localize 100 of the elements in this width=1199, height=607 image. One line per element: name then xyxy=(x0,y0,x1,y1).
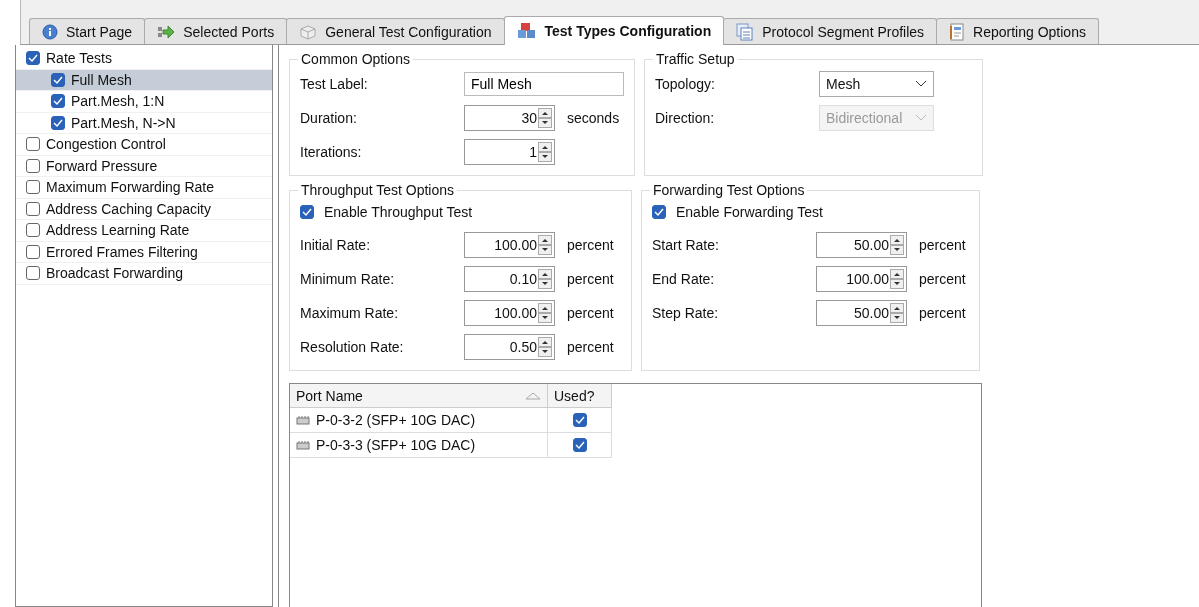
column-header[interactable]: Port Name xyxy=(290,384,548,408)
tree-item-label: Rate Tests xyxy=(46,50,112,67)
checkbox[interactable] xyxy=(26,201,40,216)
spin-buttons[interactable] xyxy=(538,303,552,323)
tree-item[interactable]: Address Caching Capacity xyxy=(16,198,272,220)
number-field[interactable]: 100.00 xyxy=(464,232,555,258)
checkbox[interactable] xyxy=(572,413,587,427)
spin-buttons[interactable] xyxy=(890,303,904,323)
group-title: Forwarding Test Options xyxy=(652,182,806,198)
spin-buttons[interactable] xyxy=(538,108,552,128)
group-title: Common Options xyxy=(300,51,411,67)
checkbox[interactable] xyxy=(26,51,40,66)
field-label: Iterations: xyxy=(300,144,363,160)
checkbox[interactable] xyxy=(572,438,587,452)
field-label: Step Rate: xyxy=(652,305,720,321)
tree-item-label: Part.Mesh, N->N xyxy=(71,114,176,131)
tree-item[interactable]: Address Learning Rate xyxy=(16,220,272,242)
document-icon xyxy=(736,22,755,41)
field-label: Resolution Rate: xyxy=(300,339,405,355)
number-field[interactable]: 50.00 xyxy=(816,232,907,258)
number-field[interactable]: 1 xyxy=(464,139,555,165)
tree-item[interactable]: Broadcast Forwarding xyxy=(16,263,272,285)
number-field[interactable]: 50.00 xyxy=(816,300,907,326)
field-label: Start Rate: xyxy=(652,237,720,253)
notebook-icon xyxy=(949,22,966,41)
number-field[interactable]: 0.50 xyxy=(464,334,555,360)
number-field[interactable]: 100.00 xyxy=(464,300,555,326)
tree-item[interactable]: Maximum Forwarding Rate xyxy=(16,177,272,199)
checkbox[interactable] xyxy=(300,205,314,219)
tab[interactable]: Reporting Options xyxy=(936,18,1099,44)
tree-item[interactable]: Part.Mesh, 1:N xyxy=(16,91,272,113)
checkbox[interactable] xyxy=(51,115,65,130)
unit-label: seconds xyxy=(567,110,620,126)
checkbox-label: Enable Throughput Test xyxy=(324,204,473,220)
tab[interactable]: General Test Configuration xyxy=(286,18,505,44)
spin-buttons[interactable] xyxy=(890,235,904,255)
unit-label: percent xyxy=(567,237,614,253)
sort-icon xyxy=(525,391,541,400)
checkbox[interactable] xyxy=(51,72,65,87)
field-label: Duration: xyxy=(300,110,358,126)
tab[interactable]: Selected Ports xyxy=(144,18,288,44)
tab[interactable]: Test Types Configuration xyxy=(503,16,725,45)
chevron-icon xyxy=(915,114,927,122)
checkbox-label: Enable Forwarding Test xyxy=(676,204,823,220)
checkbox[interactable] xyxy=(26,137,40,152)
checkbox[interactable] xyxy=(26,266,40,281)
tree-item-label: Full Mesh xyxy=(71,71,132,88)
checkbox[interactable] xyxy=(652,205,666,219)
unit-label: percent xyxy=(567,271,614,287)
number-field[interactable]: 0.10 xyxy=(464,266,555,292)
spin-buttons[interactable] xyxy=(538,269,552,289)
checkbox[interactable] xyxy=(26,223,40,238)
tree-item-label: Broadcast Forwarding xyxy=(46,265,183,282)
spin-buttons[interactable] xyxy=(538,235,552,255)
port-icon xyxy=(296,440,310,450)
test-label-field[interactable]: Full Mesh xyxy=(464,72,624,96)
tree-item-label: Address Learning Rate xyxy=(46,222,190,239)
tab[interactable]: Start Page xyxy=(29,18,146,44)
tree-item-label: Part.Mesh, 1:N xyxy=(71,93,165,110)
field-label: Test Label: xyxy=(300,76,369,92)
group-title: Throughput Test Options xyxy=(300,182,456,198)
tab[interactable]: Protocol Segment Profiles xyxy=(723,18,938,44)
field-label: Minimum Rate: xyxy=(300,271,396,287)
info-icon xyxy=(42,23,58,40)
number-field[interactable]: 100.00 xyxy=(816,266,907,292)
field-label: Direction: xyxy=(655,110,716,126)
port-icon xyxy=(296,415,310,425)
unit-label: percent xyxy=(567,305,614,321)
tree-item[interactable]: Forward Pressure xyxy=(16,155,272,177)
tree-item[interactable]: Congestion Control xyxy=(16,134,272,156)
chevron-icon xyxy=(915,80,927,88)
unit-label: percent xyxy=(919,237,966,253)
port-name: P-0-3-2 (SFP+ 10G DAC) xyxy=(316,412,476,428)
tree-item-label: Maximum Forwarding Rate xyxy=(46,179,215,196)
arrow-icon xyxy=(157,24,176,39)
checkbox[interactable] xyxy=(26,180,40,195)
field-label: Topology: xyxy=(655,76,716,92)
group-title: Traffic Setup xyxy=(655,51,736,67)
spin-buttons[interactable] xyxy=(538,337,552,357)
tree-item[interactable]: Rate Tests xyxy=(16,48,272,70)
tree-item[interactable]: Errored Frames Filtering xyxy=(16,241,272,263)
tree-item[interactable]: Part.Mesh, N->N xyxy=(16,112,272,134)
tree-item-label: Forward Pressure xyxy=(46,157,158,174)
checkbox[interactable] xyxy=(26,244,40,259)
unit-label: percent xyxy=(919,305,966,321)
dropdown[interactable]: Mesh xyxy=(819,71,934,97)
checkbox[interactable] xyxy=(51,94,65,109)
number-field[interactable]: 30 xyxy=(464,105,555,131)
port-name: P-0-3-3 (SFP+ 10G DAC) xyxy=(316,437,476,453)
spin-buttons[interactable] xyxy=(890,269,904,289)
unit-label: percent xyxy=(919,271,966,287)
spin-buttons[interactable] xyxy=(538,142,552,162)
field-label: End Rate: xyxy=(652,271,716,287)
checkbox[interactable] xyxy=(26,158,40,173)
unit-label: percent xyxy=(567,339,614,355)
tree-item-label: Congestion Control xyxy=(46,136,166,153)
column-header[interactable]: Used? xyxy=(548,384,612,408)
tree-item-label: Errored Frames Filtering xyxy=(46,243,198,260)
cubes-icon xyxy=(516,22,537,40)
tree-item[interactable]: Full Mesh xyxy=(16,69,272,91)
